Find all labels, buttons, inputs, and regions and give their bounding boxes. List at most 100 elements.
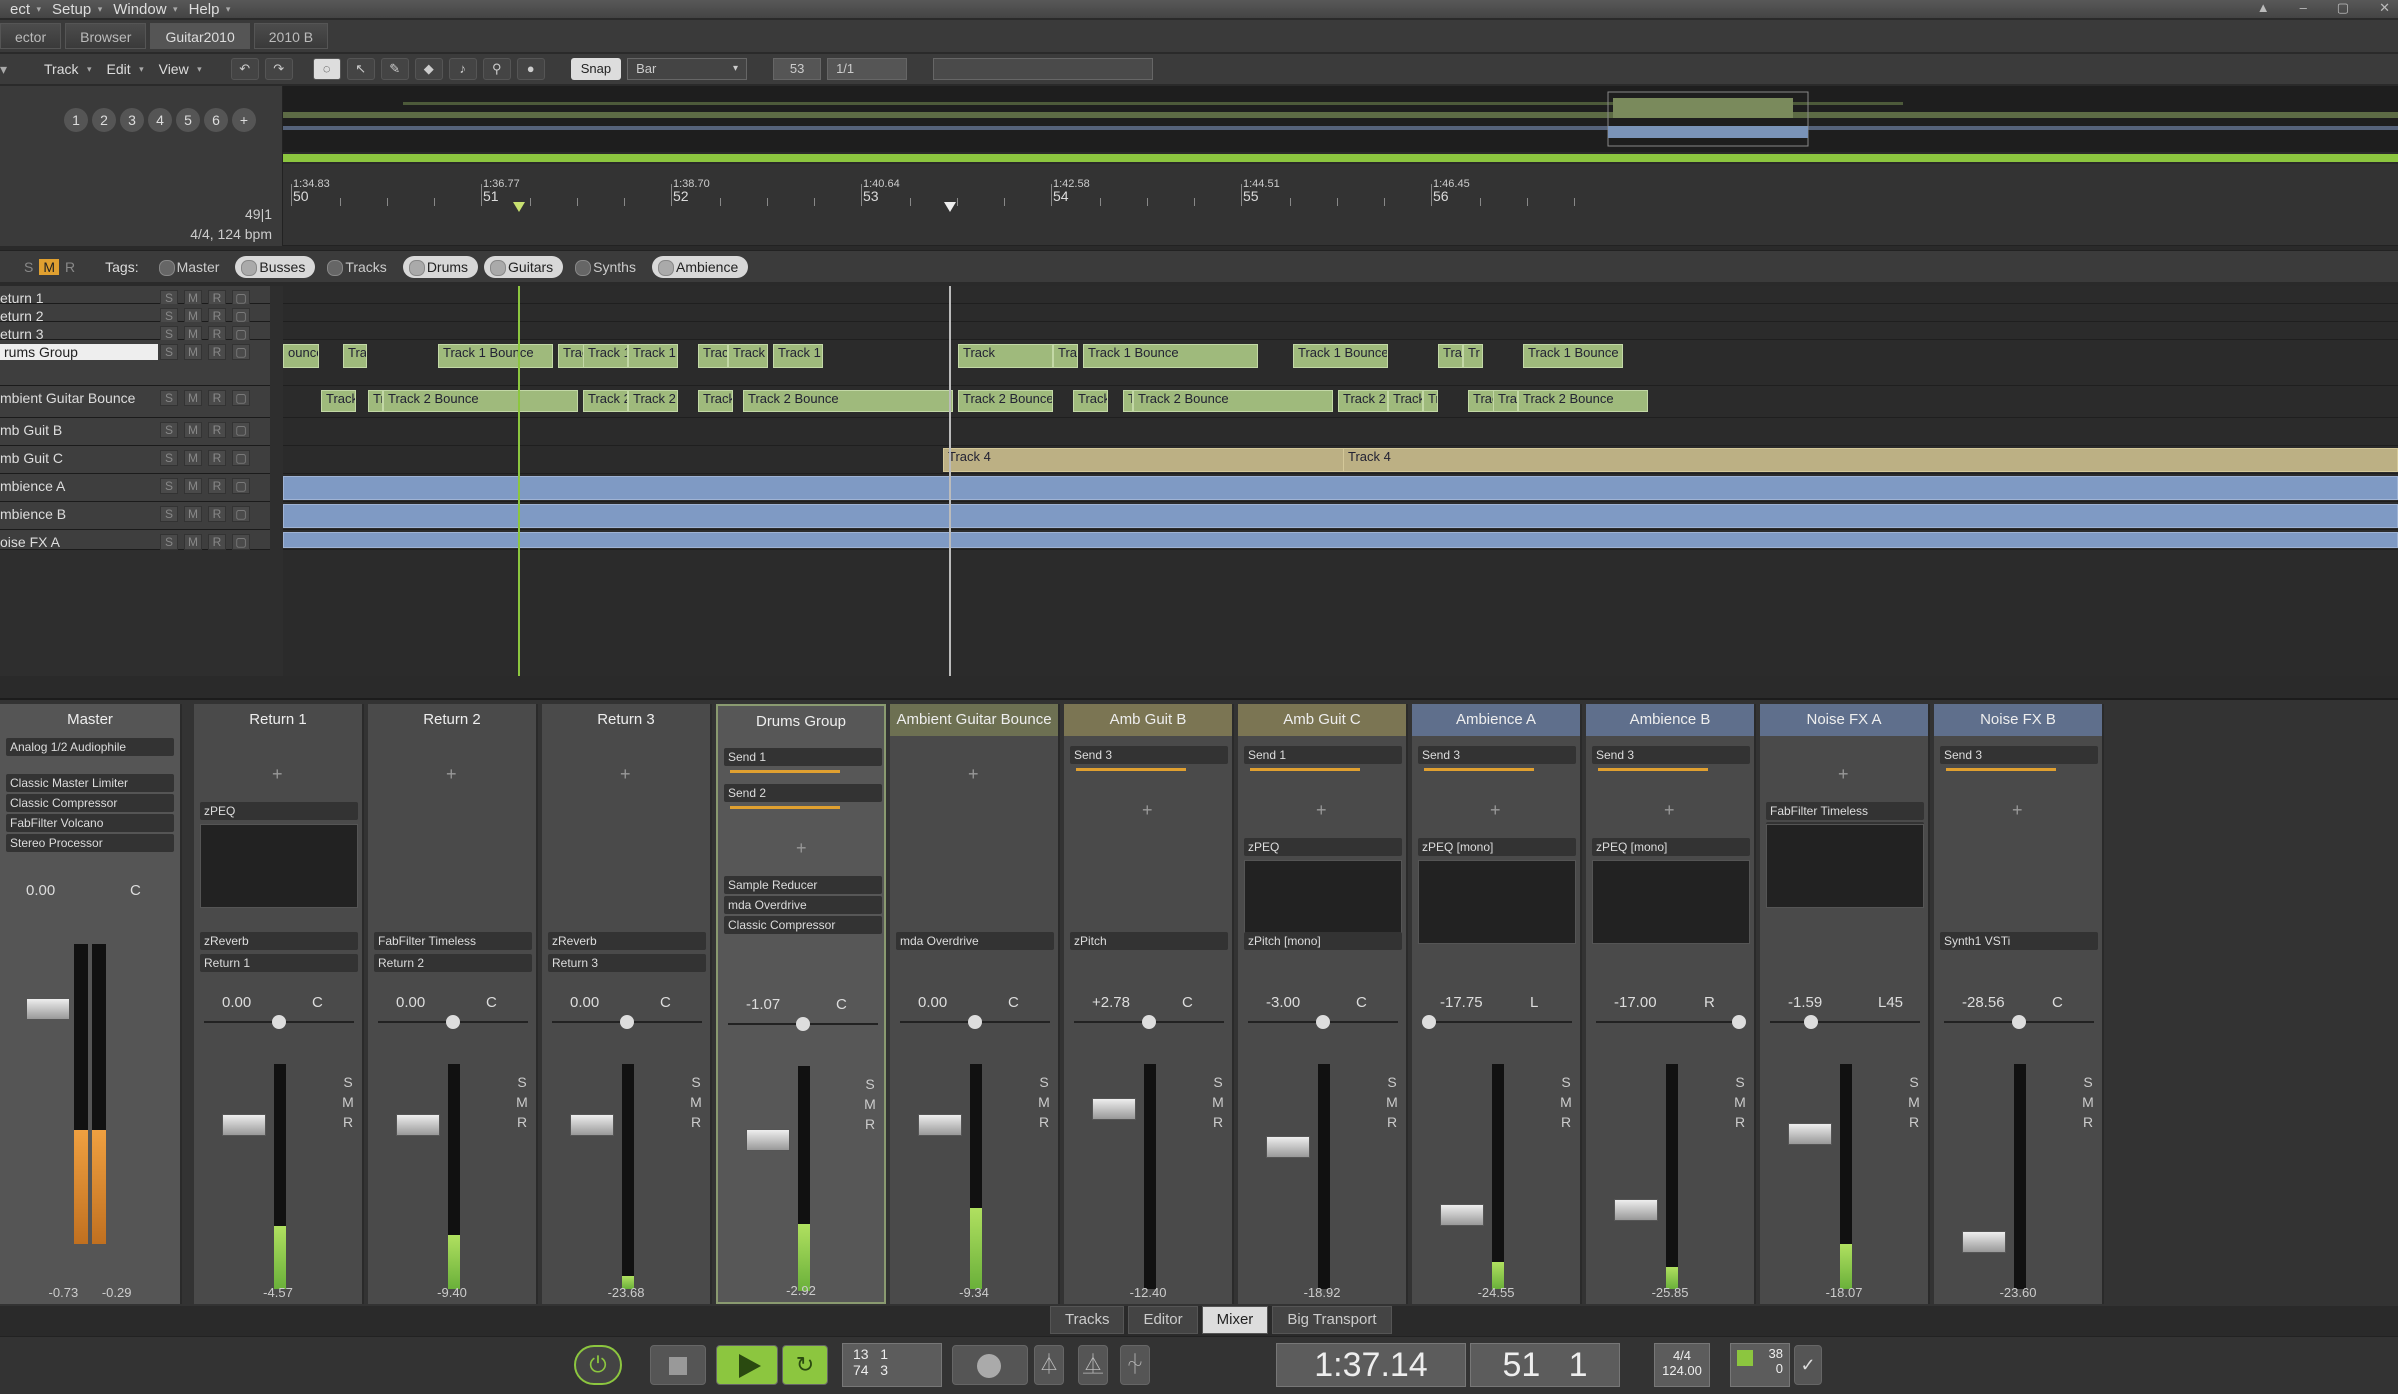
insert-slot[interactable]: zPitch bbox=[1070, 932, 1228, 950]
mute-button[interactable]: M bbox=[2080, 1094, 2096, 1110]
mute-button[interactable]: M bbox=[184, 534, 202, 550]
track-header[interactable]: mb Guit C S M R ▢ bbox=[0, 446, 270, 474]
pan-slider[interactable] bbox=[552, 1015, 702, 1029]
insert-slot[interactable]: mda Overdrive bbox=[896, 932, 1054, 950]
volume-fader[interactable] bbox=[746, 1129, 790, 1151]
pan-value[interactable]: C bbox=[660, 994, 671, 1011]
add-insert-icon[interactable]: + bbox=[1664, 800, 1675, 821]
precount-button[interactable]: ⏅ bbox=[1078, 1345, 1108, 1385]
pan-slider[interactable] bbox=[1596, 1015, 1746, 1029]
guitar-clip[interactable]: Track bbox=[368, 390, 383, 412]
pan-value[interactable]: C bbox=[2052, 994, 2063, 1011]
volume-fader[interactable] bbox=[1962, 1230, 2006, 1253]
drum-clip[interactable]: Track 1 Bounce bbox=[1293, 344, 1388, 368]
mute-button[interactable]: M bbox=[1732, 1094, 1748, 1110]
track-name[interactable]: oise FX A bbox=[0, 534, 60, 550]
pencil-tool-icon[interactable]: ✎ bbox=[380, 58, 409, 80]
guitar-clip[interactable]: Track bbox=[321, 390, 356, 412]
pan-slider[interactable] bbox=[378, 1015, 528, 1029]
audio-clip[interactable] bbox=[283, 532, 2398, 548]
mute-button[interactable]: M bbox=[1558, 1094, 1574, 1110]
volume-fader[interactable] bbox=[1092, 1097, 1136, 1120]
lasso-tool-icon[interactable]: ◌ bbox=[312, 58, 341, 80]
guitar-clip[interactable]: Track bbox=[1073, 390, 1108, 412]
record-button[interactable]: R bbox=[1558, 1114, 1574, 1130]
volume-fader[interactable] bbox=[1788, 1122, 1832, 1145]
record-button[interactable]: R bbox=[1036, 1114, 1052, 1130]
guitar-clip[interactable]: Track 2 B bbox=[628, 390, 678, 412]
loop-range-bar[interactable] bbox=[283, 154, 2398, 162]
mute-tool-icon[interactable]: ♪ bbox=[448, 58, 477, 80]
pan-knob[interactable] bbox=[968, 1015, 982, 1029]
record-button[interactable]: R bbox=[208, 450, 226, 466]
guitar-clip[interactable]: Track 2 Bounce bbox=[1518, 390, 1648, 412]
insert-slot[interactable]: Analog 1/2 Audiophile bbox=[6, 738, 174, 756]
menu-project[interactable]: ect bbox=[2, 1, 44, 18]
track-header[interactable]: eturn 1 S M R ▢ bbox=[0, 286, 270, 306]
monitor-button[interactable]: ▢ bbox=[232, 422, 250, 438]
timeline-ruler[interactable]: 1:34.83 50 1:36.77 51 1:38.70 52 1:40.64 53 1:42… bbox=[283, 164, 2398, 246]
screenset-5-button[interactable]: 5 bbox=[176, 108, 200, 132]
track-header[interactable]: eturn 2 S M R ▢ bbox=[0, 304, 270, 324]
audio-clip[interactable] bbox=[283, 476, 2398, 500]
volume-fader[interactable] bbox=[570, 1113, 614, 1136]
drum-clip[interactable]: Track 1 Bo bbox=[698, 344, 728, 368]
insert-slot[interactable]: Stereo Processor bbox=[6, 834, 174, 852]
track-name[interactable]: mb Guit B bbox=[0, 422, 62, 438]
pan-knob[interactable] bbox=[1422, 1015, 1436, 1029]
arrangement-overview[interactable] bbox=[283, 86, 2398, 152]
guitar-clip[interactable]: Track bbox=[698, 390, 733, 412]
record-button[interactable]: R bbox=[208, 344, 226, 360]
tag-ambience[interactable]: Ambience bbox=[651, 255, 749, 278]
mute-button[interactable]: M bbox=[184, 390, 202, 406]
menu-window[interactable]: Window bbox=[105, 1, 180, 18]
solo-button[interactable]: S bbox=[688, 1074, 704, 1090]
maximize-icon[interactable]: ▢ bbox=[2337, 0, 2349, 16]
send-slot[interactable]: Send 1 bbox=[724, 748, 882, 766]
output-route[interactable]: Return 3 bbox=[548, 954, 706, 972]
audio-clip[interactable] bbox=[283, 504, 2398, 528]
track-lane[interactable] bbox=[283, 418, 2398, 446]
send-slot[interactable]: Send 3 bbox=[1940, 746, 2098, 764]
solo-button[interactable]: S bbox=[1906, 1074, 1922, 1090]
drum-clip[interactable]: Track 1 Bounce bbox=[1083, 344, 1258, 368]
undo-icon[interactable]: ↶ bbox=[230, 58, 259, 80]
restore-icon[interactable]: – bbox=[2300, 0, 2307, 16]
mute-button[interactable]: M bbox=[1210, 1094, 1226, 1110]
volume-value[interactable]: -1.59 bbox=[1788, 994, 1822, 1011]
solo-button[interactable]: S bbox=[160, 344, 178, 360]
grid-select[interactable]: Bar ▾ bbox=[627, 58, 748, 80]
mute-button[interactable]: M bbox=[1906, 1094, 1922, 1110]
mute-filter[interactable]: M bbox=[39, 258, 60, 275]
position-field-a[interactable]: 53 bbox=[773, 58, 822, 80]
solo-button[interactable]: S bbox=[160, 534, 178, 550]
screenset-1-button[interactable]: 1 bbox=[64, 108, 88, 132]
send-level[interactable] bbox=[1946, 768, 2056, 771]
tag-busses[interactable]: Busses bbox=[235, 255, 316, 278]
send-slot[interactable]: Send 3 bbox=[1070, 746, 1228, 764]
tag-synths[interactable]: Synths bbox=[569, 256, 646, 278]
pan-knob[interactable] bbox=[1316, 1015, 1330, 1029]
mute-button[interactable]: M bbox=[184, 422, 202, 438]
send-level[interactable] bbox=[1076, 768, 1186, 771]
stop-button[interactable] bbox=[650, 1345, 706, 1385]
insert-slot[interactable]: Synth1 VSTi bbox=[1940, 932, 2098, 950]
screenset-2-button[interactable]: 2 bbox=[92, 108, 116, 132]
record-button[interactable]: R bbox=[688, 1114, 704, 1130]
redo-icon[interactable]: ↷ bbox=[264, 58, 293, 80]
track-header[interactable]: eturn 3 S M R ▢ bbox=[0, 322, 270, 342]
tuner-button[interactable]: ✓ bbox=[1794, 1345, 1822, 1385]
record-button[interactable] bbox=[952, 1345, 1028, 1385]
edit-menu[interactable]: Edit bbox=[100, 61, 146, 77]
record-button[interactable]: R bbox=[208, 478, 226, 494]
record-button[interactable]: R bbox=[1384, 1114, 1400, 1130]
power-button[interactable]: ⏻ bbox=[574, 1345, 622, 1385]
record-button[interactable]: R bbox=[862, 1116, 878, 1132]
track-header[interactable]: mbient Guitar Bounce S M R ▢ bbox=[0, 386, 270, 418]
add-insert-icon[interactable]: + bbox=[1316, 800, 1327, 821]
pan-slider[interactable] bbox=[1422, 1015, 1572, 1029]
insert-slot[interactable]: zReverb bbox=[548, 932, 706, 950]
solo-button[interactable]: S bbox=[514, 1074, 530, 1090]
drum-clip[interactable]: Track 1 Bo bbox=[728, 344, 768, 368]
loop-start-marker[interactable] bbox=[513, 202, 525, 212]
